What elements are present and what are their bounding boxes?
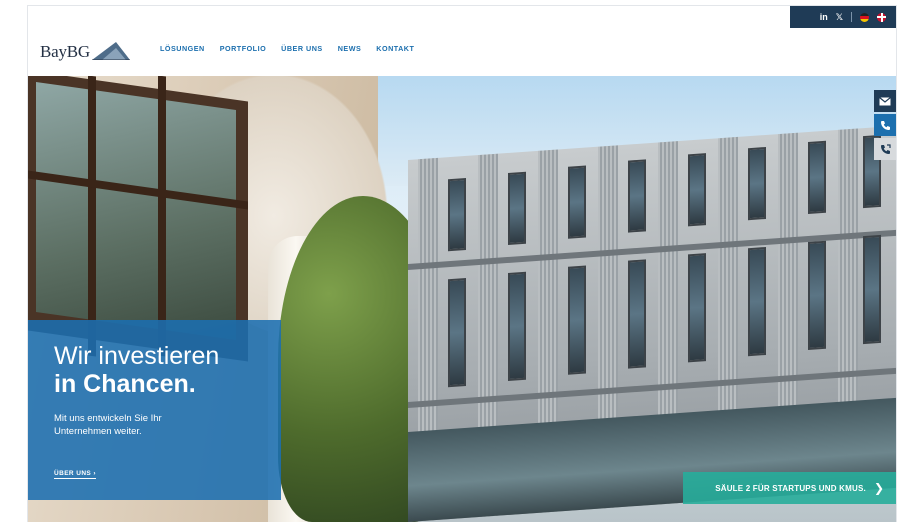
nav-item-ueber-uns[interactable]: ÜBER UNS <box>281 44 323 53</box>
nav-item-kontakt[interactable]: KONTAKT <box>376 44 414 53</box>
facade-window <box>748 246 766 357</box>
hero-subline: Mit uns entwickeln Sie Ihr Unternehmen w… <box>54 413 162 437</box>
hero-headline-line1: Wir investieren <box>54 342 220 370</box>
facade-window <box>808 140 826 215</box>
logo[interactable]: BayBG <box>40 34 131 61</box>
facade-window <box>628 259 646 369</box>
xing-icon[interactable]: 𝕏 <box>836 12 843 23</box>
page-frame: BayBG LÖSUNGEN PORTFOLIO ÜBER UNS NEWS K… <box>28 6 896 522</box>
german-flag-icon[interactable] <box>860 12 869 22</box>
facade-window <box>688 253 706 363</box>
hero-window-bar <box>88 76 96 357</box>
chevron-right-icon: ❯ <box>873 481 884 495</box>
about-us-link[interactable]: ÜBER UNS › <box>54 470 96 479</box>
facade-window <box>448 177 466 252</box>
hero-headline-line2: in Chancen. <box>54 370 196 398</box>
facade-window <box>448 277 466 388</box>
facade-window <box>628 159 646 233</box>
nav-item-news[interactable]: NEWS <box>338 44 362 53</box>
phone-icon <box>880 120 890 130</box>
facade-window <box>568 265 586 375</box>
logo-text: BayBG <box>40 42 91 61</box>
linkedin-icon[interactable]: in <box>820 12 828 22</box>
hero-image: Wir investieren in Chancen. Mit uns entw… <box>28 76 896 522</box>
hero-text-panel: Wir investieren in Chancen. Mit uns entw… <box>28 320 281 500</box>
divider <box>851 12 852 22</box>
cta-label: SÄULE 2 FÜR STARTUPS UND KMUS. <box>715 483 866 493</box>
english-flag-icon[interactable] <box>877 12 886 22</box>
nav-item-portfolio[interactable]: PORTFOLIO <box>220 44 266 53</box>
facade-window <box>808 240 826 351</box>
startups-cta-button[interactable]: SÄULE 2 FÜR STARTUPS UND KMUS. ❯ <box>683 472 896 504</box>
facade-window <box>688 153 706 227</box>
hero-window-glass <box>36 81 236 341</box>
hero-modern-building <box>408 125 896 522</box>
nav-item-loesungen[interactable]: LÖSUNGEN <box>160 44 205 53</box>
callback-icon <box>880 143 891 154</box>
logo-mark-icon <box>92 42 131 60</box>
facade-window <box>748 146 766 221</box>
site-header: BayBG LÖSUNGEN PORTFOLIO ÜBER UNS NEWS K… <box>28 6 896 76</box>
mail-icon <box>879 96 891 105</box>
facade-window <box>863 234 881 345</box>
facade-window <box>508 171 526 246</box>
facade-window <box>568 165 586 239</box>
phone-button[interactable] <box>874 114 896 136</box>
top-utility-bar: in 𝕏 <box>790 6 896 28</box>
hero-window-bar <box>158 76 166 357</box>
mail-button[interactable] <box>874 90 896 112</box>
main-nav: LÖSUNGEN PORTFOLIO ÜBER UNS NEWS KONTAKT <box>160 44 414 53</box>
callback-button[interactable] <box>874 138 896 160</box>
facade-window <box>508 271 526 382</box>
contact-side-buttons <box>874 90 896 162</box>
